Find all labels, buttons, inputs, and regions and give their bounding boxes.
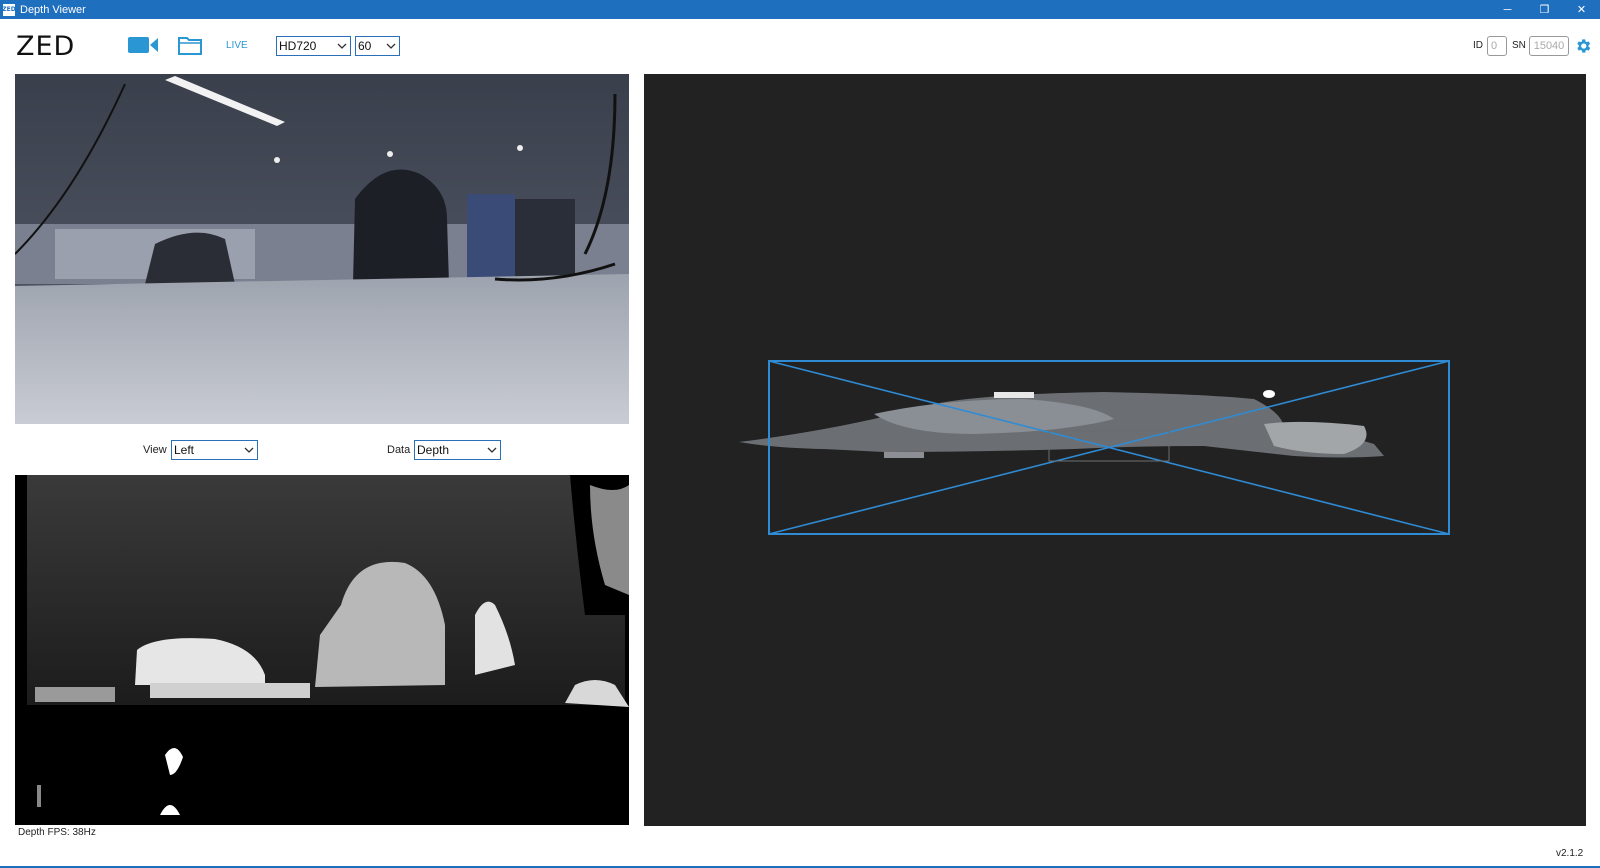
view-label: View	[143, 444, 167, 456]
gear-icon[interactable]	[1574, 37, 1592, 55]
app-logo-icon: ZED	[2, 3, 16, 16]
window-controls: ─ ❐ ✕	[1489, 0, 1600, 19]
chevron-down-icon	[386, 43, 396, 49]
minimize-button[interactable]: ─	[1489, 0, 1526, 19]
depth-image	[15, 475, 629, 825]
window-title: Depth Viewer	[20, 3, 86, 16]
restore-button[interactable]: ❐	[1526, 0, 1563, 19]
fps-select[interactable]: 60	[355, 36, 400, 56]
chevron-down-icon	[244, 447, 254, 453]
fps-value: 60	[358, 39, 372, 53]
point-cloud-render	[739, 360, 1450, 535]
view-value: Left	[174, 443, 195, 457]
data-label: Data	[387, 444, 411, 456]
sn-label: SN	[1512, 40, 1526, 51]
zed-logo: ZED	[16, 31, 76, 62]
data-value: Depth	[417, 443, 450, 457]
left-camera-view	[15, 74, 629, 424]
resolution-value: HD720	[279, 39, 317, 53]
data-select[interactable]: Depth	[414, 440, 501, 460]
depth-map-view	[15, 475, 629, 825]
close-button[interactable]: ✕	[1563, 0, 1600, 19]
camera-image	[15, 74, 629, 424]
chevron-down-icon	[337, 43, 347, 49]
title-bar: ZED Depth Viewer ─ ❐ ✕	[0, 0, 1600, 19]
resolution-select[interactable]: HD720	[276, 36, 351, 56]
version-label: v2.1.2	[1556, 848, 1584, 859]
sn-field[interactable]: 15040	[1529, 36, 1569, 56]
point-cloud-view[interactable]	[644, 74, 1586, 826]
toolbar: ZED LIVE HD720 60 ID 0 SN 15040	[0, 19, 1600, 73]
id-label: ID	[1473, 40, 1483, 51]
video-camera-icon[interactable]	[128, 35, 158, 55]
folder-icon[interactable]	[178, 35, 202, 55]
view-select[interactable]: Left	[171, 440, 258, 460]
live-source-label[interactable]: LIVE	[226, 40, 248, 51]
chevron-down-icon	[487, 447, 497, 453]
id-field[interactable]: 0	[1487, 36, 1507, 56]
depth-fps-status: Depth FPS: 38Hz	[18, 827, 96, 838]
